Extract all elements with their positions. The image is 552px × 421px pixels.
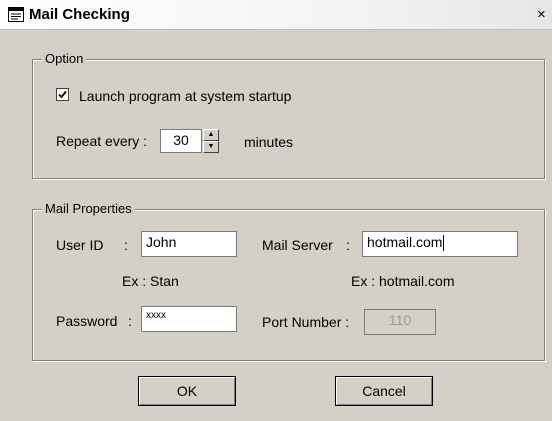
- checkmark-icon: [58, 90, 67, 99]
- user-id-example: Ex : Stan: [122, 273, 179, 289]
- mail-server-value: hotmail.com: [367, 234, 443, 250]
- app-icon: [8, 7, 24, 22]
- repeat-every-label: Repeat every :: [56, 133, 148, 149]
- mail-checking-dialog: Mail Checking × Option Launch program at…: [0, 0, 552, 421]
- repeat-minutes-input[interactable]: 30: [160, 129, 202, 153]
- mail-server-colon: :: [346, 237, 350, 253]
- mail-properties-legend: Mail Properties: [42, 201, 135, 216]
- password-colon: :: [128, 313, 132, 329]
- title-bar[interactable]: Mail Checking ×: [0, 0, 552, 30]
- mail-server-label: Mail Server: [262, 237, 333, 253]
- window-title: Mail Checking: [29, 6, 130, 23]
- port-number-label: Port Number :: [262, 314, 350, 330]
- spin-up-icon[interactable]: ▲: [203, 129, 219, 141]
- repeat-unit-label: minutes: [244, 134, 294, 150]
- close-icon[interactable]: ×: [537, 6, 552, 24]
- port-number-input: 110: [364, 309, 436, 335]
- mail-server-input[interactable]: hotmail.com: [362, 231, 518, 257]
- user-id-label: User ID: [56, 237, 104, 253]
- user-id-colon: :: [124, 237, 128, 253]
- user-id-input[interactable]: John: [141, 231, 237, 257]
- option-legend: Option: [42, 51, 87, 66]
- launch-at-startup-checkbox[interactable]: [56, 88, 69, 101]
- password-input[interactable]: xxxx: [141, 306, 237, 332]
- password-label: Password: [56, 313, 118, 329]
- password-masked-value: xxxx: [146, 310, 166, 321]
- ok-button[interactable]: OK: [138, 376, 236, 406]
- option-group: Option: [32, 51, 545, 179]
- launch-at-startup-label[interactable]: Launch program at system startup: [79, 88, 291, 104]
- mail-server-example: Ex : hotmail.com: [351, 273, 455, 289]
- cancel-button[interactable]: Cancel: [335, 376, 433, 406]
- text-cursor: [443, 235, 445, 252]
- repeat-minutes-spinner[interactable]: ▲ ▼: [203, 129, 219, 153]
- spin-down-icon[interactable]: ▼: [203, 141, 219, 153]
